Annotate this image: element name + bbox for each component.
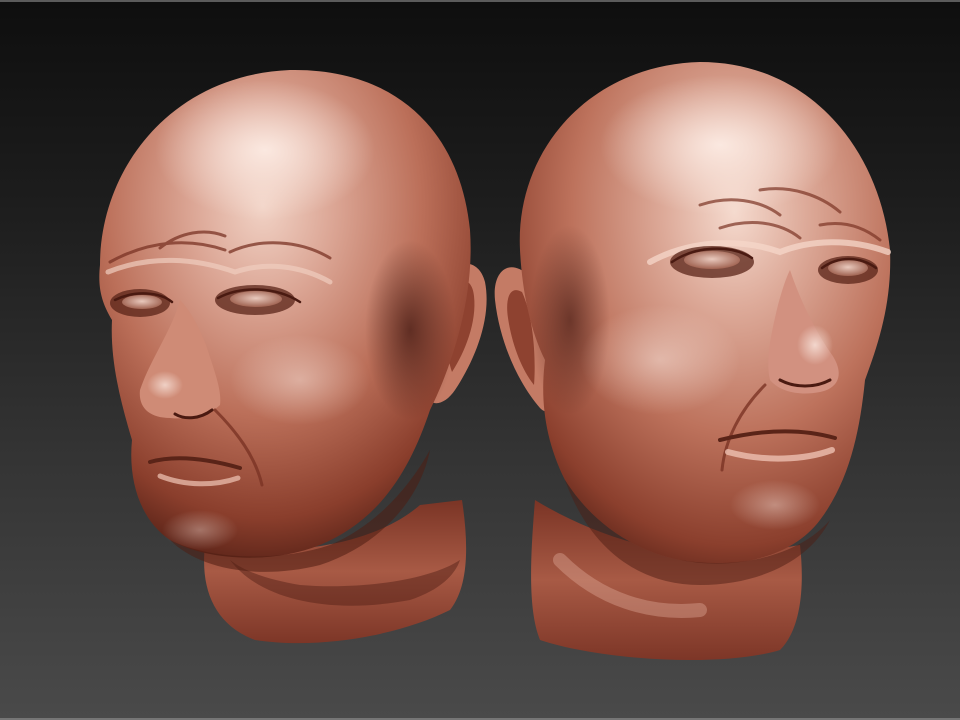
left-head-eyeball-far bbox=[230, 291, 282, 307]
left-head-chin-highlight bbox=[162, 510, 238, 550]
left-head-nose-highlight bbox=[147, 371, 183, 399]
right-head-nose-highlight bbox=[797, 325, 833, 365]
left-head-cheek-highlight bbox=[230, 335, 370, 425]
left-head-eyeball-near bbox=[122, 295, 162, 309]
sculpted-head-left bbox=[99, 69, 487, 644]
sculpted-head-right bbox=[494, 62, 891, 661]
sculpt-scene bbox=[99, 62, 891, 661]
sculpt-viewport bbox=[0, 0, 960, 720]
right-head-cheek-highlight bbox=[580, 305, 740, 415]
right-head-eyeball-near bbox=[684, 251, 740, 269]
left-head-temple-shadow bbox=[365, 240, 455, 420]
right-head-chin-highlight bbox=[730, 480, 820, 530]
left-head-cranium-highlight bbox=[155, 80, 375, 220]
